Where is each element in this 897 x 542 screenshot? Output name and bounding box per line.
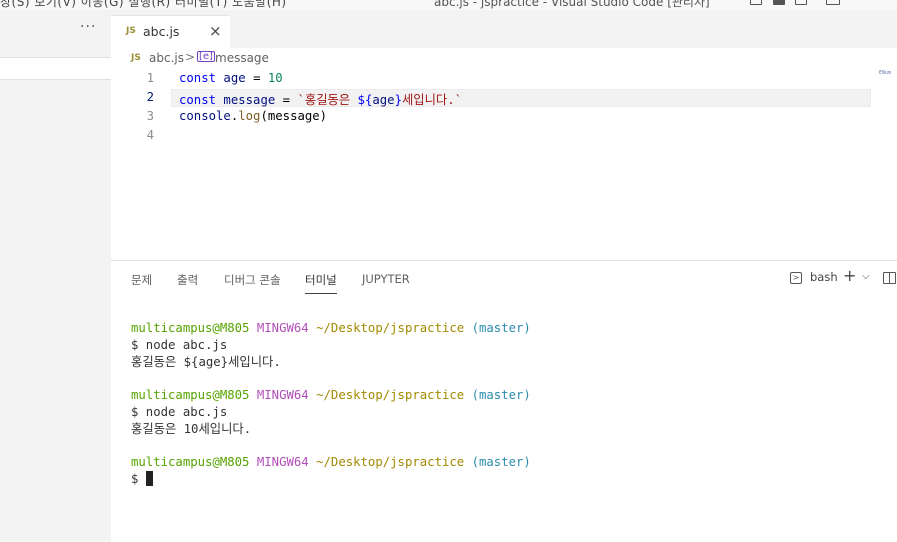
more-actions-icon[interactable]: ··· xyxy=(80,19,96,35)
toggle-panel-icon[interactable] xyxy=(773,0,785,5)
javascript-file-icon: JS xyxy=(131,53,141,63)
code-line-current[interactable]: 2 const message = `홍길동은 ${age}세입니다.` xyxy=(111,89,897,108)
tab-terminal[interactable]: 터미널 xyxy=(305,272,337,294)
code-text: const age = 10 xyxy=(179,71,283,85)
javascript-file-icon: JS xyxy=(126,26,136,36)
breadcrumb: JS abc.js > [e] message xyxy=(111,48,897,70)
code-text: const message = `홍길동은 ${age}세입니다.` xyxy=(179,93,463,107)
editor-tab-bar: JS abc.js × xyxy=(111,10,897,48)
split-terminal-icon[interactable] xyxy=(883,272,896,284)
tab-abc-js[interactable]: JS abc.js × xyxy=(111,15,230,48)
code-line[interactable]: 3 console.log(message) xyxy=(111,108,897,127)
tab-output[interactable]: 출력 xyxy=(177,272,198,288)
tab-jupyter[interactable]: JUPYTER xyxy=(362,272,410,286)
code-text: console.log(message) xyxy=(179,109,328,123)
terminal-cursor xyxy=(145,471,153,487)
breadcrumb-file[interactable]: abc.js xyxy=(149,51,184,65)
chevron-right-icon: > xyxy=(185,50,196,64)
line-number: 1 xyxy=(146,71,154,85)
line-number: 2 xyxy=(146,90,154,104)
chevron-down-icon[interactable]: ⌵ xyxy=(862,271,870,282)
terminal-icon: > xyxy=(790,272,802,284)
line-number: 4 xyxy=(146,128,154,142)
breadcrumb-symbol[interactable]: message xyxy=(215,51,269,65)
code-editor[interactable]: 1 const age = 10 2 const message = `홍길동은… xyxy=(111,70,897,260)
toggle-secondary-sidebar-icon[interactable] xyxy=(795,0,807,5)
close-icon[interactable]: × xyxy=(209,22,222,40)
shell-selector[interactable]: bash xyxy=(810,270,838,284)
window-title: abc.js - jspractice - Visual Studio Code… xyxy=(434,0,710,9)
toggle-primary-sidebar-icon[interactable] xyxy=(750,0,762,5)
tab-problems[interactable]: 문제 xyxy=(131,272,152,288)
terminal-output[interactable]: multicampus@M805 MINGW64 ~/Desktop/jspra… xyxy=(131,320,531,488)
sidebar: ··· xyxy=(0,10,111,541)
new-terminal-icon[interactable]: + xyxy=(843,266,856,285)
title-bar: 창(S) 보기(V) 이동(G) 실행(R) 터미널(T) 도움말(H) abc… xyxy=(0,0,897,10)
minimap[interactable]: ENum xyxy=(879,70,897,78)
menu-bar[interactable]: 창(S) 보기(V) 이동(G) 실행(R) 터미널(T) 도움말(H) xyxy=(0,0,287,10)
line-number: 3 xyxy=(146,109,154,123)
variable-symbol-icon: [e] xyxy=(197,51,215,62)
bottom-panel: 문제 출력 디버그 콘솔 터미널 JUPYTER > bash + ⌵ mult… xyxy=(111,260,897,542)
sidebar-selected-row[interactable] xyxy=(0,57,111,80)
tab-label: abc.js xyxy=(143,24,180,39)
code-line[interactable]: 1 const age = 10 xyxy=(111,70,897,89)
tab-debug-console[interactable]: 디버그 콘솔 xyxy=(224,272,281,288)
code-line[interactable]: 4 xyxy=(111,127,897,146)
customize-layout-icon[interactable] xyxy=(826,0,840,5)
